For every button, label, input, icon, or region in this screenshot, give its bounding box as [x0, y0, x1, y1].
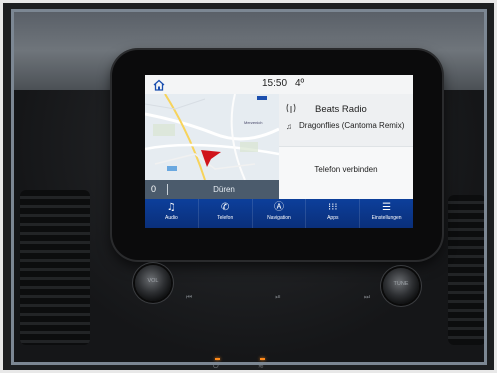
photo-border [11, 9, 487, 365]
